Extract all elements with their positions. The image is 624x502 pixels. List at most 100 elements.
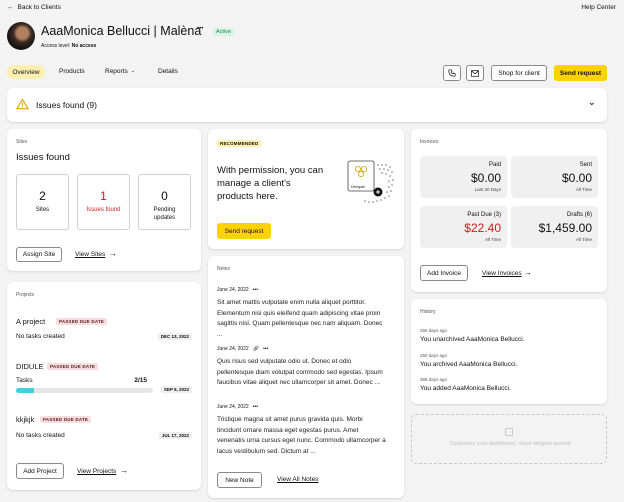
access-label: Access level:: [41, 43, 71, 49]
chevron-down-icon: ⌄: [130, 68, 135, 74]
phone-icon: [448, 69, 456, 77]
invoice-tile-sub: Last 30 Days: [474, 187, 501, 192]
pending-count: 0: [161, 189, 168, 203]
send-request-button[interactable]: Send request: [554, 65, 607, 81]
passed-due-tag: PASSED DUE DATE: [56, 318, 108, 325]
client-name: AaaMonica Bellucci | Malèna: [41, 24, 202, 38]
history-text: You added AaaMonica Bellucci.: [420, 385, 511, 392]
project-name[interactable]: A project: [16, 317, 45, 326]
tab-products[interactable]: Products: [59, 68, 85, 75]
recommended-tag: RECOMMENDED: [217, 140, 262, 147]
invoice-tile-past-due[interactable]: Past Due (3) $22.40 All Time: [420, 206, 507, 248]
customize-text: Customize your dashboard, move widgets a…: [449, 441, 571, 447]
recommended-card: RECOMMENDED With permission, you can man…: [208, 129, 404, 249]
client-more-menu[interactable]: •••: [197, 26, 203, 32]
invoice-tile-label: Past Due (3): [467, 212, 501, 218]
help-center-link[interactable]: Help Center: [581, 4, 616, 11]
invoice-tile-sub: All Time: [484, 237, 501, 242]
history-text: You archived AaaMonica Bellucci.: [420, 361, 518, 368]
invoice-tile-paid[interactable]: Paid $0.00 Last 30 Days: [420, 156, 507, 198]
pending-updates-stat[interactable]: 0 Pending updates: [138, 174, 191, 230]
pending-label: Pending updates: [153, 207, 176, 221]
invoice-tile-value: $22.40: [464, 221, 501, 235]
new-note-button[interactable]: New Note: [217, 472, 262, 488]
project-date-badge: JUL 17, 2022: [158, 432, 192, 439]
history-time: 250 days ago: [420, 328, 448, 333]
project-status: No tasks created: [16, 432, 65, 439]
project-name[interactable]: DIDULE: [16, 362, 44, 371]
tab-details[interactable]: Details: [158, 68, 178, 75]
assign-site-button[interactable]: Assign Site: [16, 247, 62, 262]
mail-icon: [471, 69, 479, 77]
send-request-button[interactable]: Send request: [217, 223, 271, 239]
project-tasks-label: Tasks: [16, 377, 33, 384]
arrow-left-icon: ←: [7, 4, 14, 11]
note-text: Sit amet mattis vulputate enim nulla ali…: [217, 299, 383, 338]
recommended-text: With permission, you can manage a client…: [217, 165, 324, 202]
delegate-illustration: Delegate: [345, 159, 395, 205]
issues-stat-count: 1: [100, 189, 107, 203]
issues-stat[interactable]: 1 Issues found: [77, 174, 130, 230]
note-text: Quis risus sed vulputate odio ut. Donec …: [217, 358, 383, 386]
issues-count: (9): [86, 100, 97, 110]
phone-button[interactable]: [443, 65, 461, 81]
sites-card: Sites Issues found 2 Sites 1 Issues foun…: [7, 129, 201, 271]
project-status: No tasks created: [16, 333, 65, 340]
history-time: 368 days ago: [420, 377, 448, 382]
sites-count: 2: [39, 189, 46, 203]
back-label: Back to Clients: [17, 4, 61, 11]
project-date-badge: DEC 13, 2022: [157, 333, 192, 340]
note-meta: June 24, 2022 •••: [217, 287, 258, 293]
add-project-button[interactable]: Add Project: [16, 463, 64, 479]
back-to-clients-link[interactable]: ← Back to Clients: [7, 4, 61, 11]
invoice-tile-drafts[interactable]: Drafts (6) $1,459.00 All Time: [511, 206, 598, 248]
arrow-right-icon: →: [524, 268, 532, 277]
chevron-down-icon[interactable]: ⌄: [588, 97, 596, 108]
sites-stat[interactable]: 2 Sites: [16, 174, 69, 230]
note-meta: June 24, 2022 •••: [217, 404, 258, 410]
sites-section-label: Sites: [16, 139, 28, 145]
add-invoice-button[interactable]: Add Invoice: [420, 265, 468, 281]
note-text: Tristique magna sit amet purus gravida q…: [217, 416, 386, 455]
note-date: June 24, 2022: [217, 346, 249, 352]
tab-reports[interactable]: Reports ⌄: [105, 68, 135, 75]
access-value: No access: [71, 43, 97, 49]
invoice-tile-sub: All Time: [575, 237, 592, 242]
notes-section-label: Notes: [217, 266, 231, 272]
sites-heading: Issues found: [16, 152, 70, 163]
invoice-tile-value: $0.00: [470, 171, 501, 185]
link-icon: 🔗︎: [252, 346, 260, 352]
issues-label: Issues found: [36, 100, 85, 110]
note-meta: June 24, 2022 🔗︎ •••: [217, 346, 268, 352]
access-level: Access level: No access: [41, 43, 96, 49]
note-more-menu[interactable]: •••: [253, 287, 258, 293]
avatar: [7, 22, 35, 50]
view-sites-link[interactable]: View Sites: [75, 251, 105, 258]
shop-for-client-button[interactable]: Shop for client: [491, 65, 547, 81]
projects-section-label: Projects: [16, 292, 35, 298]
project-progress-fill: [16, 388, 35, 393]
invoice-tile-label: Sent: [579, 162, 592, 168]
tab-overview[interactable]: Overview: [7, 65, 45, 79]
view-invoices-link[interactable]: View Invoices: [482, 270, 522, 277]
invoices-section-label: Invoices: [420, 139, 439, 145]
delegate-label: Delegate: [351, 185, 366, 189]
widget-icon: [505, 428, 513, 436]
note-more-menu[interactable]: •••: [263, 346, 268, 352]
customize-dashboard-placeholder[interactable]: Customize your dashboard, move widgets a…: [411, 414, 607, 464]
arrow-right-icon: →: [120, 466, 128, 475]
note-date: June 24, 2022: [217, 287, 249, 293]
view-all-notes-link[interactable]: View All Notes: [277, 476, 318, 483]
project-progress-bar: [16, 388, 153, 393]
issues-found-bar[interactable]: Issues found (9) ⌄: [7, 88, 607, 122]
view-projects-label: View Projects: [77, 468, 117, 475]
note-date: June 24, 2022: [217, 404, 249, 410]
history-time: 250 days ago: [420, 353, 448, 358]
invoice-tile-sent[interactable]: Sent $0.00 All Time: [511, 156, 598, 198]
arrow-right-icon: →: [109, 249, 117, 258]
note-more-menu[interactable]: •••: [253, 404, 258, 410]
project-name[interactable]: kkjkjk: [16, 415, 34, 424]
email-button[interactable]: [466, 65, 484, 81]
tab-reports-label: Reports: [105, 68, 128, 75]
view-projects-link[interactable]: View Projects: [77, 468, 116, 475]
